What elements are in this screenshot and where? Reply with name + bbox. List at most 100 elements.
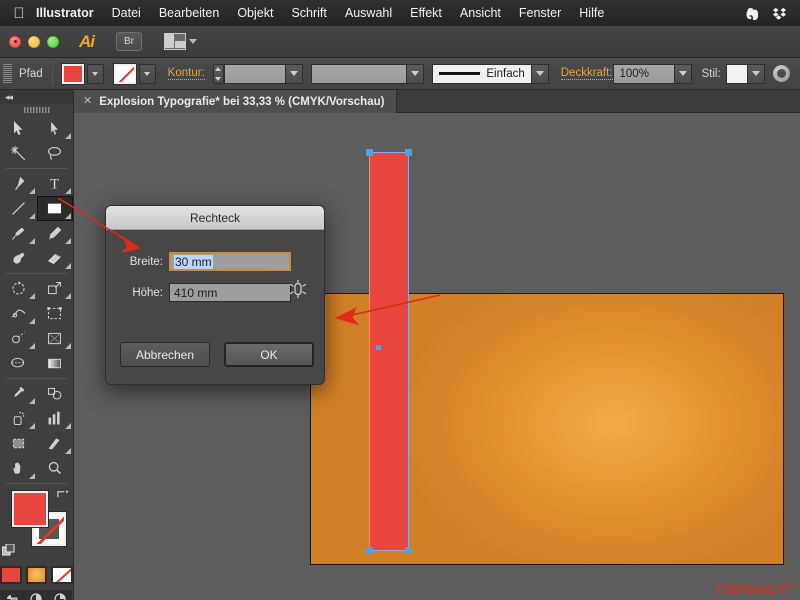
opacity-label[interactable]: Deckkraft: bbox=[560, 67, 613, 80]
arrange-documents-button[interactable] bbox=[164, 33, 197, 50]
opacity-dropdown[interactable] bbox=[674, 63, 692, 84]
none-fill-button[interactable] bbox=[51, 566, 74, 584]
document-setup-icon[interactable] bbox=[772, 64, 791, 83]
mesh-icon bbox=[10, 357, 24, 368]
menu-item-bearbeiten[interactable]: Bearbeiten bbox=[150, 0, 228, 26]
tools-panel-header[interactable]: ◂◂ bbox=[0, 90, 73, 104]
draw-inside-button[interactable] bbox=[48, 590, 72, 600]
menu-item-fenster[interactable]: Fenster bbox=[510, 0, 570, 26]
graphic-style-dropdown[interactable] bbox=[747, 63, 765, 84]
constrain-proportions-icon[interactable] bbox=[287, 278, 309, 300]
rotate-tool[interactable] bbox=[0, 276, 37, 301]
cancel-button[interactable]: Abbrechen bbox=[120, 342, 210, 367]
stroke-profile-dropdown[interactable] bbox=[406, 63, 424, 84]
default-fill-stroke-icon[interactable] bbox=[2, 544, 16, 558]
fill-swatch-dropdown[interactable] bbox=[86, 63, 104, 84]
menu-item-objekt[interactable]: Objekt bbox=[228, 0, 282, 26]
hand-tool[interactable] bbox=[0, 456, 37, 481]
fill-color-swatch[interactable] bbox=[61, 63, 84, 84]
lasso-tool[interactable] bbox=[37, 141, 74, 166]
minimize-button[interactable] bbox=[28, 35, 40, 48]
menu-item-effekt[interactable]: Effekt bbox=[401, 0, 451, 26]
brush-definition-field[interactable]: Einfach bbox=[431, 63, 532, 84]
menu-item-ansicht[interactable]: Ansicht bbox=[451, 0, 510, 26]
width-tool[interactable] bbox=[0, 301, 37, 326]
draw-behind-icon bbox=[30, 593, 42, 600]
gradient-fill-button[interactable] bbox=[25, 566, 48, 584]
tool-submenu-indicator bbox=[28, 238, 35, 244]
magic-wand-tool[interactable] bbox=[0, 141, 37, 166]
height-field[interactable]: 410 mm bbox=[169, 283, 291, 302]
eraser-tool[interactable] bbox=[37, 246, 74, 271]
artboard-tool[interactable] bbox=[0, 431, 37, 456]
brush-definition-dropdown[interactable] bbox=[531, 63, 549, 84]
dropbox-icon[interactable] bbox=[771, 5, 788, 22]
stroke-swatch-dropdown[interactable] bbox=[138, 63, 156, 84]
rectangle-tool[interactable] bbox=[36, 196, 73, 221]
pen-tool[interactable] bbox=[0, 171, 37, 196]
control-bar-grip[interactable] bbox=[3, 63, 12, 84]
stroke-color-swatch[interactable] bbox=[113, 63, 136, 84]
chevron-down-icon bbox=[144, 71, 151, 76]
scale-tool[interactable] bbox=[37, 276, 74, 301]
red-vertical-bar[interactable] bbox=[370, 153, 408, 550]
stroke-weight-stepper[interactable] bbox=[212, 63, 224, 84]
ok-button[interactable]: OK bbox=[224, 342, 314, 367]
menu-item-illustrator[interactable]: Illustrator bbox=[30, 0, 103, 26]
draw-normal-button[interactable] bbox=[0, 590, 24, 600]
stroke-weight-dropdown[interactable] bbox=[285, 63, 303, 84]
eyedropper-tool[interactable] bbox=[0, 381, 37, 406]
selected-object-label: Pfad bbox=[19, 67, 43, 80]
fill-color-swatch-large[interactable] bbox=[12, 491, 48, 527]
opacity-field[interactable]: 100% bbox=[612, 63, 675, 84]
document-tab[interactable]: ✕ Explosion Typografie* bei 33,33 % (CMY… bbox=[74, 90, 398, 113]
draw-behind-button[interactable] bbox=[24, 590, 48, 600]
swap-fill-stroke-icon[interactable] bbox=[56, 488, 69, 501]
go-to-bridge-button[interactable]: Br bbox=[116, 32, 142, 51]
blob-brush-tool[interactable] bbox=[0, 246, 37, 271]
paint-mode-buttons bbox=[0, 566, 74, 584]
zoom-tool[interactable] bbox=[37, 456, 74, 481]
blend-icon bbox=[48, 387, 62, 400]
height-label: Höhe: bbox=[132, 286, 163, 299]
lasso-icon bbox=[48, 146, 62, 160]
close-icon[interactable]: ✕ bbox=[83, 96, 92, 107]
column-graph-tool[interactable] bbox=[37, 406, 74, 431]
stepper-up-icon bbox=[215, 66, 222, 71]
evernote-icon[interactable] bbox=[744, 5, 761, 22]
stroke-weight-field[interactable] bbox=[223, 63, 286, 84]
menu-item-schrift[interactable]: Schrift bbox=[282, 0, 335, 26]
direct-selection-tool[interactable] bbox=[37, 116, 74, 141]
menu-item-hilfe[interactable]: Hilfe bbox=[570, 0, 613, 26]
gradient-tool[interactable] bbox=[37, 351, 74, 376]
menubar-status-area bbox=[744, 5, 792, 22]
slice-tool[interactable] bbox=[37, 431, 74, 456]
graphic-style-swatch[interactable] bbox=[725, 63, 748, 84]
apple-logo-icon[interactable]:  bbox=[8, 5, 30, 22]
selection-tool[interactable] bbox=[0, 116, 37, 141]
perspective-grid-tool[interactable] bbox=[37, 326, 74, 351]
paintbrush-tool[interactable] bbox=[0, 221, 37, 246]
tool-submenu-indicator bbox=[65, 423, 71, 429]
close-button[interactable] bbox=[9, 35, 21, 48]
color-fill-button[interactable] bbox=[0, 566, 22, 584]
pencil-tool[interactable] bbox=[37, 221, 74, 246]
zoom-button[interactable] bbox=[47, 35, 59, 48]
type-tool[interactable]: T bbox=[37, 171, 74, 196]
mesh-tool[interactable] bbox=[0, 351, 37, 376]
menu-item-auswahl[interactable]: Auswahl bbox=[336, 0, 401, 26]
menu-item-datei[interactable]: Datei bbox=[103, 0, 150, 26]
tools-panel-grip[interactable] bbox=[0, 104, 73, 116]
tool-submenu-indicator bbox=[65, 343, 71, 349]
perspective-grid-icon bbox=[48, 332, 62, 345]
free-transform-tool[interactable] bbox=[37, 301, 74, 326]
knife-icon bbox=[48, 438, 60, 450]
shape-builder-tool[interactable] bbox=[0, 326, 37, 351]
line-segment-tool[interactable] bbox=[0, 196, 37, 221]
width-field[interactable]: 30 mm bbox=[169, 252, 291, 271]
symbol-sprayer-tool[interactable] bbox=[0, 406, 37, 431]
blend-tool[interactable] bbox=[37, 381, 74, 406]
collapse-panel-icon[interactable]: ◂◂ bbox=[5, 92, 13, 103]
stroke-profile-field[interactable] bbox=[310, 63, 407, 84]
stroke-label[interactable]: Kontur: bbox=[167, 67, 205, 80]
